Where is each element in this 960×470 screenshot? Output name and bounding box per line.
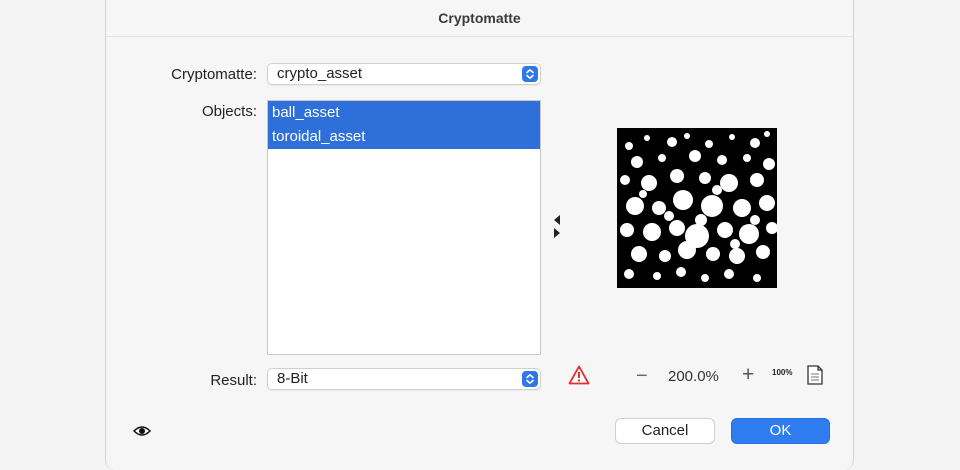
swap-arrows-icon[interactable] (552, 214, 562, 245)
result-popup-value: 8-Bit (277, 370, 308, 387)
list-item[interactable]: ball_asset (268, 101, 540, 125)
cryptomatte-popup[interactable]: crypto_asset (267, 63, 541, 85)
warning-icon[interactable] (568, 365, 590, 390)
cryptomatte-popup-value: crypto_asset (277, 65, 363, 82)
objects-label: Objects: (201, 103, 257, 120)
cryptomatte-label: Cryptomatte: (171, 66, 257, 83)
zoom-out-button[interactable]: − (636, 365, 648, 388)
page-icon[interactable] (806, 365, 824, 390)
objects-list[interactable]: ball_asset toroidal_asset (267, 100, 541, 355)
zoom-level: 200.0% (668, 368, 719, 385)
matte-preview-image (620, 131, 777, 282)
cancel-button[interactable]: Cancel (615, 418, 715, 444)
zoom-100-button[interactable]: 100% (772, 368, 792, 377)
result-popup[interactable]: 8-Bit (267, 368, 541, 390)
ok-button[interactable]: OK (731, 418, 830, 444)
popup-stepper-icon (522, 371, 538, 387)
zoom-in-button[interactable]: + (742, 363, 754, 387)
eye-icon[interactable] (132, 424, 152, 442)
result-label: Result: (210, 372, 257, 389)
dialog-title: Cryptomatte (106, 0, 853, 37)
matte-preview (617, 128, 777, 288)
popup-stepper-icon (522, 66, 538, 82)
list-item[interactable]: toroidal_asset (268, 125, 540, 149)
